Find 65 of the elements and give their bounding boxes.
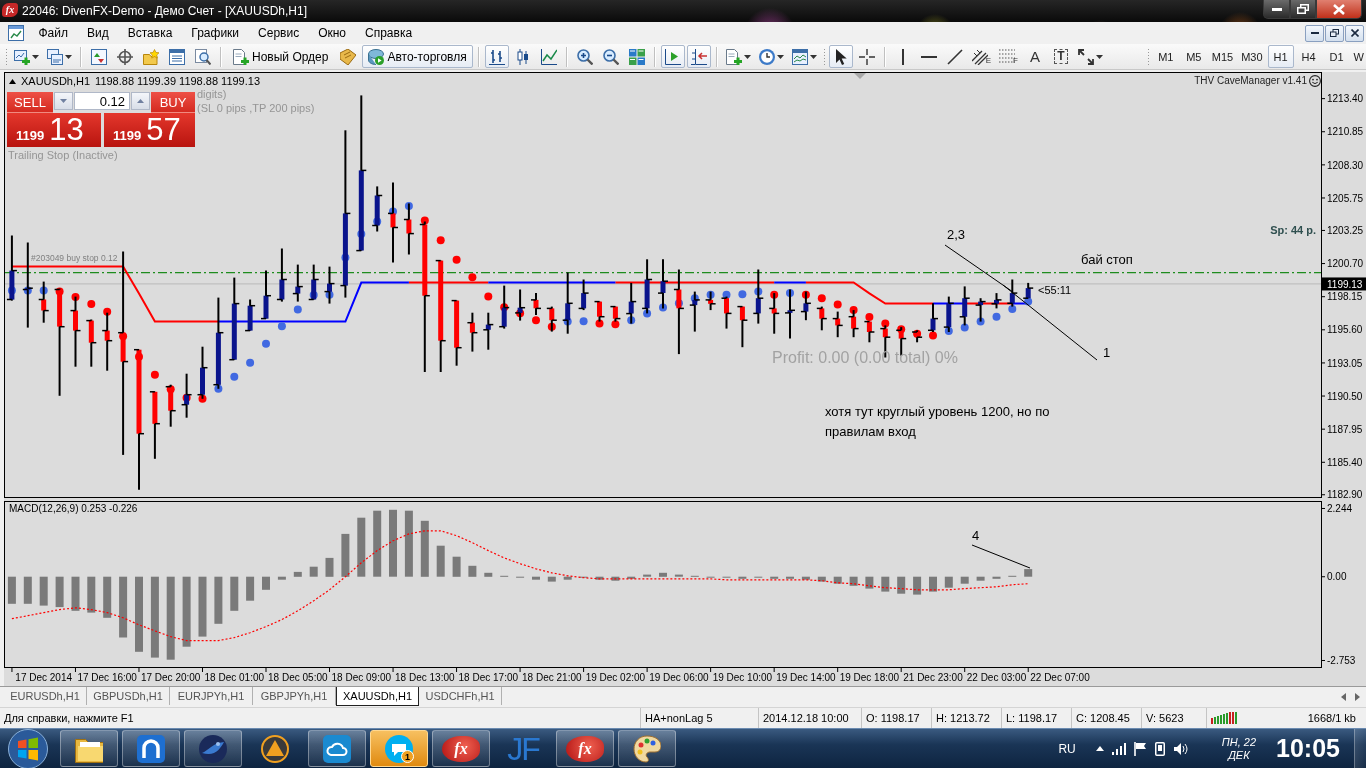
axis-label: 1205.75 [1327, 192, 1364, 204]
time-label: 18 Dec 13:00 [395, 672, 455, 683]
axis-label: 1187.95 [1327, 423, 1363, 435]
countdown-text: <55:11 [1038, 284, 1072, 298]
template-name: HA+nonLag 5 [645, 712, 713, 724]
profit-text: Profit: 0.00 (0.00 total) 0% [772, 348, 958, 368]
annotation-text: бай стоп [1081, 252, 1133, 268]
chart-symbol: XAUUSDh,H1 [21, 75, 91, 89]
time-label: 18 Dec 17:00 [458, 672, 519, 683]
status-message: Для справки, нажмите F1 [4, 712, 134, 724]
app-logo: fx [2, 3, 18, 17]
axis-label: 1208.30 [1327, 159, 1364, 171]
clock-time: 10:05 [1276, 734, 1340, 763]
traffic-counter: 1668/1 kb [1307, 712, 1356, 724]
window-title: 22046: DivenFX-Demo - Демо Счет - [XAUUSDh,H1] [22, 4, 308, 18]
time-label: 19 Dec 14:00 [776, 672, 836, 683]
chart-quote: 1198.88 1199.39 1198.88 1199.13 [95, 75, 261, 89]
axis-label: 1182.90 [1327, 489, 1363, 501]
axis-label: 1203.25 [1327, 225, 1364, 237]
low-price: L: 1198.17 [1006, 712, 1058, 724]
spread-text: Sp: 44 p. [1270, 224, 1316, 238]
month-text: ДЕК [1228, 748, 1250, 762]
info-text: Trailing Stop (Inactive) [8, 149, 118, 163]
time-label: 17 Dec 20:00 [140, 672, 201, 683]
axis-label: 0.00 [1327, 571, 1347, 583]
annotation-text: 2,3 [947, 227, 966, 243]
axis-label: 1213.40 [1327, 93, 1364, 105]
time-label: 18 Dec 05:00 [268, 672, 328, 683]
axis-label: 1200.70 [1327, 258, 1364, 270]
axis-label: 2.244 [1327, 503, 1353, 515]
axis-label: 1193.05 [1327, 357, 1363, 369]
time-label: 21 Dec 23:00 [903, 672, 963, 683]
time-label: 18 Dec 09:00 [331, 672, 392, 683]
time-label: 22 Dec 07:00 [1030, 672, 1090, 683]
ref-line-label: 1199.13 [1327, 278, 1363, 290]
annotation-text: хотя тут круглый уровень 1200, но по правилам вход [825, 403, 1051, 441]
axis-label: 1185.40 [1327, 456, 1363, 468]
volume-value: V: 5623 [1146, 712, 1184, 724]
info-text: digits) [197, 88, 227, 102]
time-label: 17 Dec 16:00 [77, 672, 137, 683]
time-label: 18 Dec 21:00 [522, 672, 582, 683]
time-label: 17 Dec 2014 [15, 672, 73, 683]
axis-label: 1210.85 [1327, 126, 1364, 138]
open-price: O: 1198.17 [866, 712, 920, 724]
bar-time: 2014.12.18 10:00 [763, 712, 849, 724]
time-label: 19 Dec 02:00 [585, 672, 646, 683]
axis-label: -2.753 [1327, 655, 1356, 667]
high-price: H: 1213.72 [936, 712, 990, 724]
date-text: ПН, 22 [1221, 735, 1257, 749]
annotation-text: 4 [972, 528, 980, 544]
time-label: 19 Dec 18:00 [839, 672, 900, 683]
order-line-label: #203049 buy stop 0.12 [31, 252, 118, 263]
time-label: 19 Dec 10:00 [712, 672, 773, 683]
time-label: 19 Dec 06:00 [649, 672, 709, 683]
axis-label: 1198.15 [1327, 291, 1363, 303]
axis-label: 1190.50 [1327, 390, 1363, 402]
indicator-title: MACD(12,26,9) 0.253 -0.226 [9, 503, 138, 515]
close-price: C: 1208.45 [1076, 712, 1130, 724]
info-text: (SL 0 pips ,TP 200 pips) [197, 102, 315, 116]
indicator-name: THV CaveManager v1.41 [1194, 75, 1307, 87]
time-label: 22 Dec 03:00 [966, 672, 1027, 683]
time-label: 18 Dec 01:00 [204, 672, 265, 683]
axis-label: 1195.60 [1327, 324, 1363, 336]
current-price-label: 1199.13 [1322, 277, 1366, 291]
annotation-text: 1 [1103, 345, 1111, 361]
